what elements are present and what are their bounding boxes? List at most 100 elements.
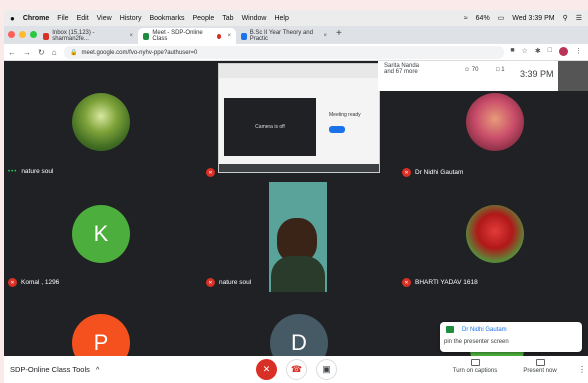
menu-view[interactable]: View (97, 15, 112, 22)
captions-button[interactable]: Turn on captions (450, 359, 500, 374)
mic-off-icon: ✕ (402, 168, 411, 177)
participant-name: ✕ BHARTI YADAV 1618 (402, 278, 478, 287)
more-options-icon[interactable]: ⋮ (578, 365, 586, 374)
chat-notification[interactable]: Dr Nidhi Gautam pin the presenter screen (440, 322, 582, 352)
new-tab-icon[interactable]: + (336, 28, 342, 39)
docs-icon (241, 32, 247, 40)
presented-taskbar (219, 164, 379, 172)
menu-dots-icon[interactable]: ⋮ (575, 47, 582, 56)
menubar-status: ≈ 64% ▭ Wed 3:39 PM ⚲ ☰ (464, 10, 582, 26)
mic-off-icon: ✕ (402, 278, 411, 287)
tab-inbox[interactable]: Inbox (15,123) - sharman2fe... × (38, 28, 138, 44)
screen-frame: ● Chrome File Edit View History Bookmark… (0, 0, 588, 383)
self-view (558, 61, 588, 91)
notification-sender: Dr Nidhi Gautam (462, 327, 507, 333)
presented-meeting-ready: Meeting ready (329, 112, 361, 118)
menu-history[interactable]: History (120, 15, 142, 22)
menu-bookmarks[interactable]: Bookmarks (149, 15, 184, 22)
present-icon (535, 359, 545, 366)
url-field[interactable]: 🔒 meet.google.com/fvo-nyhv-ppe?authuser=… (64, 46, 504, 59)
meeting-top-strip: Sarita Nanda and 67 more ☺ 70 □ 1 3:39 PM (378, 61, 588, 91)
close-window-button[interactable] (8, 31, 15, 38)
notification-message: pin the presenter screen (444, 339, 509, 345)
menu-window[interactable]: Window (242, 15, 267, 22)
presented-browser-toolbar (219, 64, 379, 78)
video-camera-icon: ▣ (322, 364, 331, 374)
address-toolbar: ← → ↻ ⌂ 🔒 meet.google.com/fvo-nyhv-ppe?a… (4, 44, 588, 61)
close-tab-icon[interactable]: × (227, 33, 231, 39)
participant-name: ✕ Komal , 1296 (8, 278, 59, 287)
chat-icon (446, 326, 454, 333)
zoom-window-button[interactable] (30, 31, 37, 38)
clock[interactable]: Wed 3:39 PM (512, 15, 554, 22)
chevron-up-icon: ^ (95, 365, 100, 374)
tab-bsc[interactable]: B.Sc II Year Theory and Practic × (236, 28, 332, 44)
minimize-window-button[interactable] (19, 31, 26, 38)
menu-edit[interactable]: Edit (77, 15, 89, 22)
forward-icon[interactable]: → (23, 48, 31, 57)
lock-icon: 🔒 (70, 50, 78, 56)
save-icon[interactable]: □ (548, 47, 552, 56)
participant-name: ✕ Dr Nidhi Gautam (402, 168, 463, 177)
camera-toggle-button[interactable]: ▣ (316, 359, 337, 380)
close-tab-icon[interactable]: × (129, 33, 133, 39)
home-icon[interactable]: ⌂ (52, 48, 57, 57)
participant-name: ✕ nature soul (206, 278, 251, 287)
mic-off-icon: ✕ (206, 168, 215, 177)
menu-tab[interactable]: Tab (222, 15, 233, 22)
end-call-button[interactable]: ☎ (286, 359, 307, 380)
presentation-screen[interactable]: Camera is off Meeting ready (218, 63, 380, 173)
joined-notice: Sarita Nanda and 67 more (384, 63, 420, 75)
profile-avatar[interactable] (559, 47, 568, 56)
tab-label: Inbox (15,123) - sharman2fe... (52, 30, 95, 42)
mic-toggle-button[interactable]: ✕ (256, 359, 277, 380)
tab-meet[interactable]: Meet - SDP-Online Class × (138, 28, 236, 44)
toolbar-right: ■ ☆ ✱ □ ⋮ (510, 47, 582, 56)
presented-join-button (329, 126, 345, 133)
recording-icon (216, 33, 222, 39)
meeting-time: 3:39 PM (520, 69, 554, 79)
present-now-button[interactable]: Present now (518, 359, 562, 374)
camera-indicator-icon[interactable]: ■ (510, 47, 514, 56)
meeting-details-button[interactable]: SDP-Online Class Tools ^ (10, 365, 99, 374)
mac-menubar: ● Chrome File Edit View History Bookmark… (4, 10, 588, 26)
meet-icon (143, 32, 150, 40)
participant-name: ••• nature soul (8, 168, 54, 175)
wifi-icon[interactable]: ≈ (464, 15, 468, 22)
avatar (72, 93, 130, 151)
reload-icon[interactable]: ↻ (38, 48, 45, 57)
url-text: meet.google.com/fvo-nyhv-ppe?authuser=0 (81, 49, 198, 56)
search-icon[interactable]: ⚲ (563, 14, 568, 22)
avatar (466, 93, 524, 151)
tab-label: B.Sc II Year Theory and Practic (249, 30, 313, 42)
captions-icon (470, 359, 480, 366)
window-controls (8, 31, 37, 38)
presented-camera-preview: Camera is off (224, 98, 316, 156)
person-body (271, 256, 325, 292)
participant-video (269, 182, 327, 292)
close-tab-icon[interactable]: × (323, 33, 327, 39)
meeting-controls-bar: SDP-Online Class Tools ^ ✕ ☎ ▣ Turn on c… (4, 356, 588, 383)
desktop: ● Chrome File Edit View History Bookmark… (4, 10, 588, 383)
menu-list-icon[interactable]: ☰ (576, 14, 582, 22)
avatar (466, 205, 524, 263)
back-icon[interactable]: ← (8, 48, 16, 57)
extension-icon[interactable]: ✱ (535, 47, 541, 56)
apple-icon[interactable]: ● (10, 14, 15, 23)
mic-off-icon: ✕ (206, 278, 215, 287)
mic-off-icon: ✕ (8, 278, 17, 287)
browser-tabbar: Inbox (15,123) - sharman2fe... × Meet - … (4, 26, 588, 44)
tab-label: Meet - SDP-Online Class (152, 30, 203, 42)
menu-app[interactable]: Chrome (23, 15, 49, 22)
participants-button[interactable]: ☺ 70 (464, 67, 478, 73)
gmail-icon (43, 32, 50, 40)
menu-help[interactable]: Help (274, 15, 288, 22)
menu-people[interactable]: People (192, 15, 214, 22)
battery-percent[interactable]: 64% (476, 15, 490, 22)
chat-button[interactable]: □ 1 (496, 67, 505, 73)
star-icon[interactable]: ☆ (522, 47, 528, 56)
speaking-indicator-icon: ••• (8, 168, 18, 175)
menu-file[interactable]: File (57, 15, 68, 22)
battery-icon[interactable]: ▭ (498, 14, 505, 22)
mic-off-icon: ✕ (262, 364, 271, 374)
